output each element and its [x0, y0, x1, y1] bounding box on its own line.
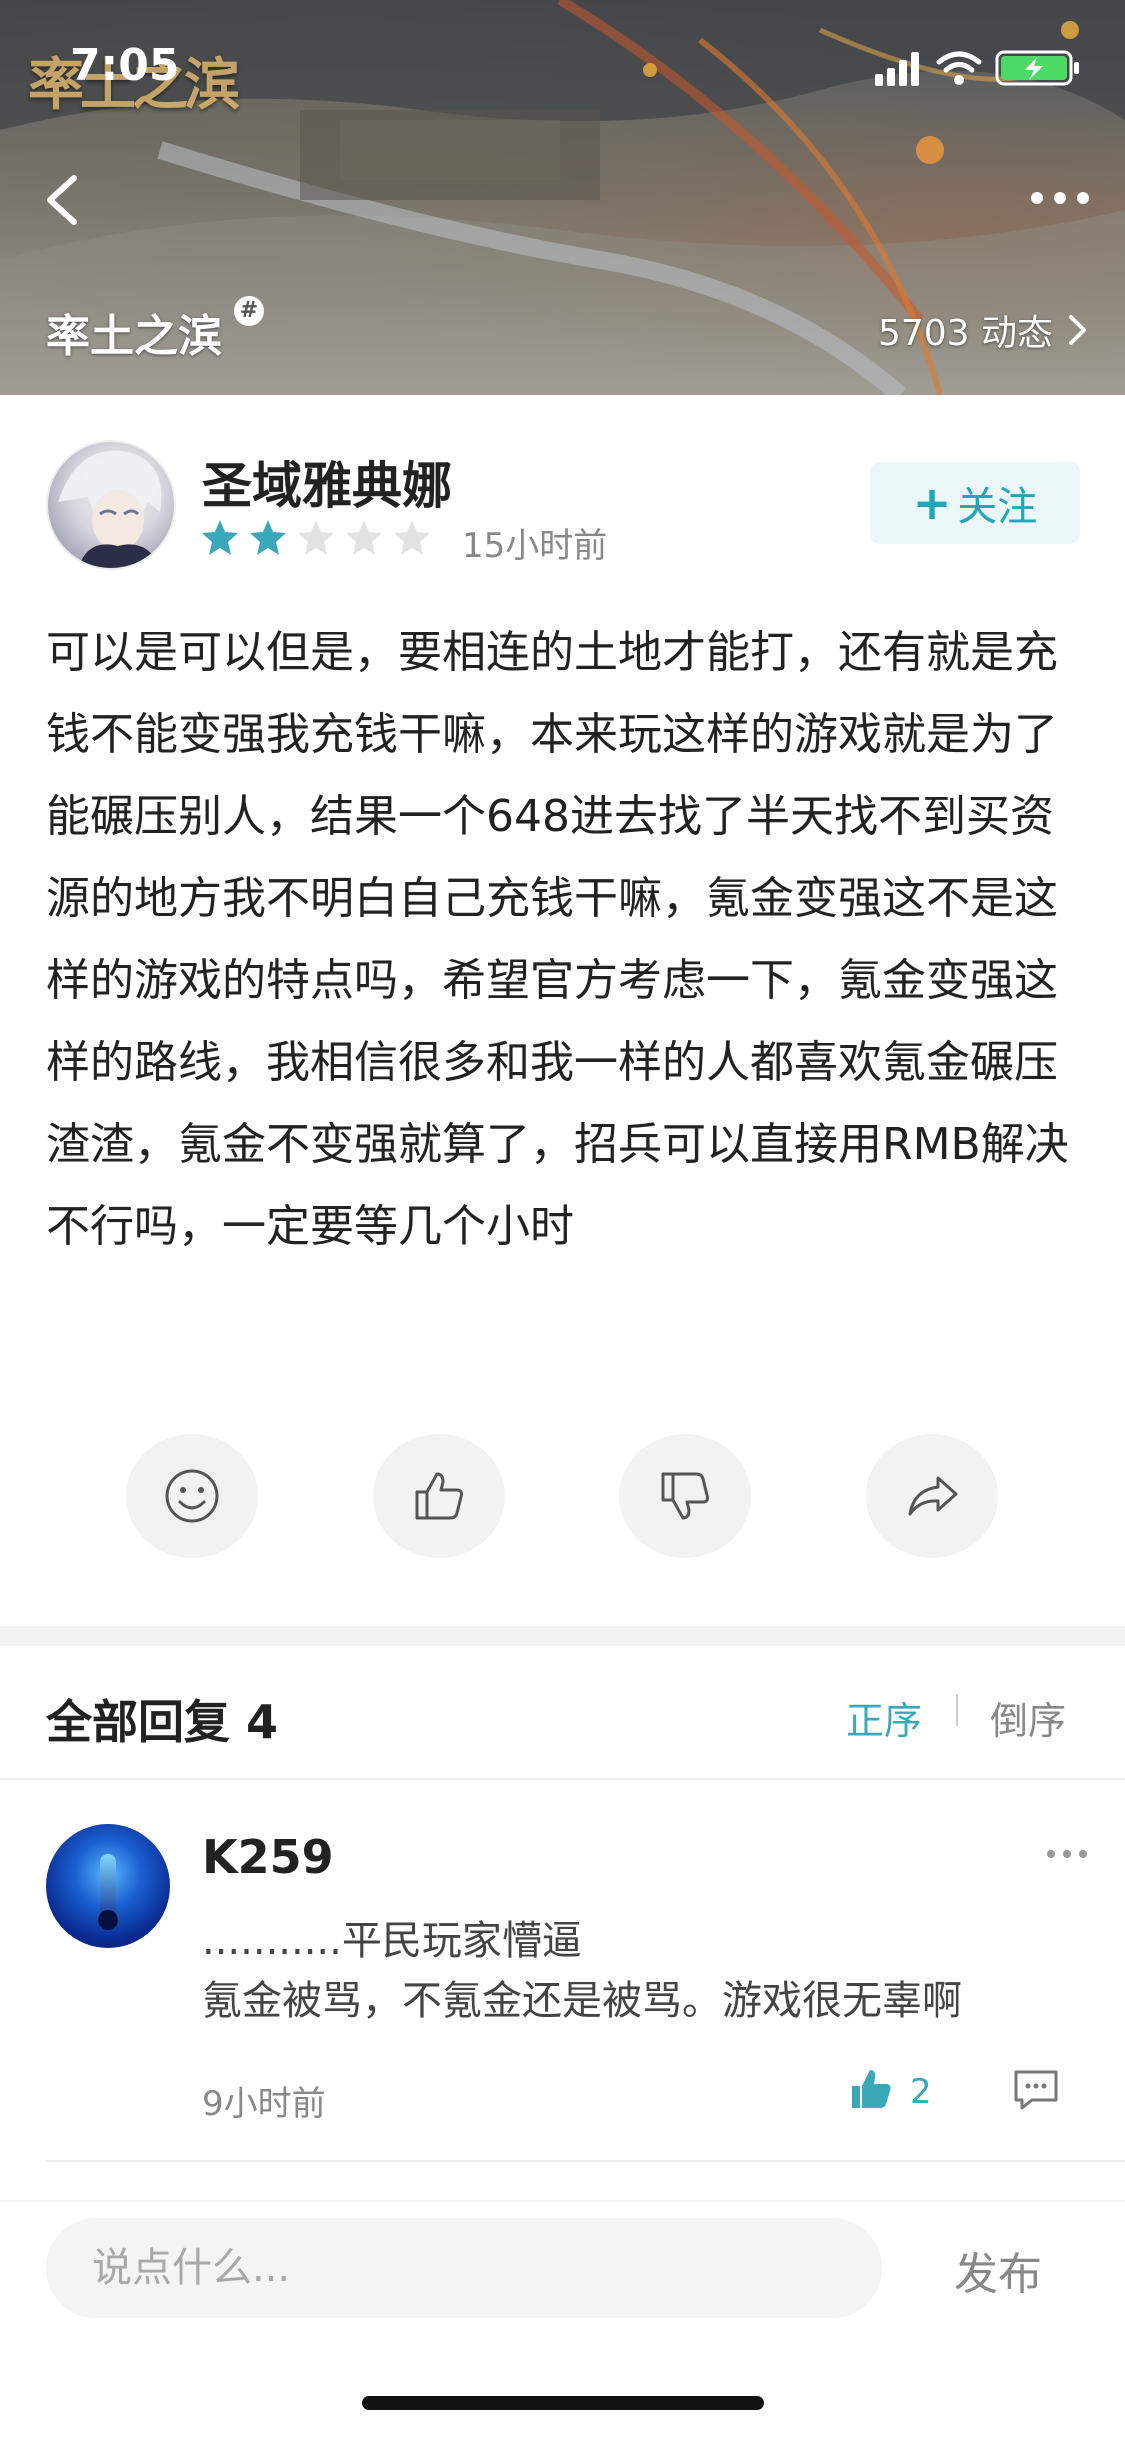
thumbs-up-icon	[415, 1472, 463, 1520]
avatar-illustration	[58, 450, 162, 568]
reply-comment-icon[interactable]	[1012, 2068, 1060, 2112]
star-empty-icon	[394, 520, 430, 555]
chevron-left-icon	[47, 175, 77, 225]
reply-text-line: ...........平民玩家懵逼	[202, 1918, 582, 1964]
status-time: 7:05	[70, 40, 180, 91]
reply-like-icon[interactable]	[848, 2066, 894, 2112]
post-time: 15小时前	[462, 526, 608, 566]
battery-charging-icon	[995, 50, 1079, 86]
author-name[interactable]: 圣域雅典娜	[202, 446, 452, 518]
game-name[interactable]: 率土之滨	[46, 300, 222, 364]
wifi-icon	[936, 51, 982, 85]
chevron-right-icon	[1069, 315, 1086, 345]
reply-avatar[interactable]	[46, 1824, 170, 1948]
reply-more-icon[interactable]	[1045, 1846, 1089, 1862]
sort-separator	[956, 1694, 958, 1726]
dynamics-link[interactable]: 5703 动态	[878, 308, 1089, 354]
dislike-post-button[interactable]	[619, 1434, 752, 1558]
plus-icon: +	[912, 476, 952, 530]
reply-text-line: 氪金被骂，不氪金还是被骂。游戏很无辜啊	[202, 1978, 962, 2024]
thumbs-down-icon	[661, 1472, 710, 1520]
like-post-button[interactable]	[372, 1434, 505, 1558]
avatar-dot	[98, 1910, 118, 1930]
publish-button[interactable]: 发布	[954, 2238, 1042, 2302]
author-avatar[interactable]	[46, 440, 176, 570]
rating-stars	[200, 518, 432, 558]
emoji-button[interactable]	[126, 1434, 258, 1558]
game-header-banner: 率土之滨 7:05 率土之滨 # 5703 动态	[0, 0, 1125, 395]
sort-ascending-tab[interactable]: 正序	[846, 1690, 922, 1745]
back-button[interactable]	[36, 168, 92, 232]
hash-icon: #	[234, 296, 264, 326]
follow-label: 关注	[957, 484, 1038, 530]
sort-descending-tab[interactable]: 倒序	[990, 1690, 1066, 1745]
smile-icon	[165, 1469, 219, 1523]
more-dots-icon	[1031, 192, 1089, 204]
star-empty-icon	[346, 520, 382, 555]
follow-button[interactable]: + 关注	[870, 462, 1080, 544]
replies-title: 全部回复 4	[46, 1695, 279, 1749]
dynamics-count: 5703 动态	[877, 313, 1053, 354]
home-indicator[interactable]	[362, 2396, 764, 2410]
reply-divider	[46, 2160, 1125, 2162]
more-button[interactable]	[1025, 178, 1095, 218]
section-divider	[0, 1626, 1125, 1646]
post-body: 可以是可以但是，要相连的土地才能打，还有就是充钱不能变强我充钱干嘛，本来玩这样的…	[46, 627, 1069, 1252]
reply-time: 9小时前	[202, 2084, 326, 2124]
comment-input[interactable]	[46, 2218, 882, 2318]
signal-icon	[875, 52, 919, 86]
star-filled-icon	[202, 520, 238, 555]
share-icon	[908, 1476, 958, 1516]
replies-header-divider	[0, 1778, 1125, 1780]
share-button[interactable]	[865, 1434, 998, 1558]
reply-author-name[interactable]: K259	[202, 1830, 334, 1884]
star-empty-icon	[298, 520, 334, 555]
status-icons	[875, 50, 1079, 86]
post-actions	[126, 1434, 998, 1558]
star-filled-icon	[250, 520, 286, 555]
reply-like-count: 2	[910, 2072, 932, 2112]
